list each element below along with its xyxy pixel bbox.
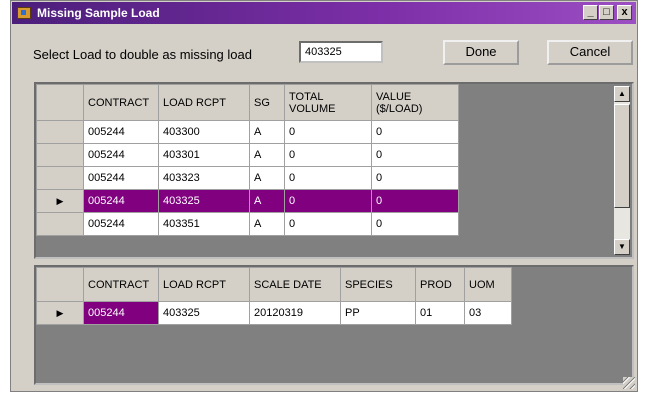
table-row[interactable]: 005244 403301 A 0 0 — [36, 143, 459, 167]
maximize-button[interactable]: □ — [599, 5, 614, 20]
window-title: Missing Sample Load — [37, 6, 160, 20]
minimize-button[interactable]: _ — [583, 5, 598, 20]
cell-total-volume[interactable]: 0 — [284, 212, 372, 236]
cell-load-rcpt[interactable]: 403351 — [158, 212, 250, 236]
cell-species[interactable]: PP — [340, 301, 416, 325]
current-row-icon: ▶ — [56, 196, 64, 206]
loads-grid-scrollbar[interactable]: ▲ ▼ — [614, 86, 630, 255]
cell-sg[interactable]: A — [249, 120, 285, 144]
current-row-icon: ▶ — [56, 308, 64, 318]
header-species[interactable]: SPECIES — [340, 267, 416, 302]
table-row[interactable]: 005244 403351 A 0 0 — [36, 212, 459, 236]
header-prod[interactable]: PROD — [415, 267, 465, 302]
cell-contract[interactable]: 005244 — [83, 120, 159, 144]
header-total-volume[interactable]: TOTAL VOLUME — [284, 84, 372, 121]
header-load-rcpt[interactable]: LOAD RCPT — [158, 84, 250, 121]
cell-value[interactable]: 0 — [371, 189, 459, 213]
cell-sg[interactable]: A — [249, 212, 285, 236]
cell-contract[interactable]: 005244 — [83, 189, 159, 213]
load-input[interactable] — [299, 41, 383, 63]
cell-total-volume[interactable]: 0 — [284, 120, 372, 144]
cell-total-volume[interactable]: 0 — [284, 166, 372, 190]
cell-contract[interactable]: 005244 — [83, 143, 159, 167]
scroll-up-icon: ▲ — [618, 89, 626, 98]
table-row[interactable]: 005244 403300 A 0 0 — [36, 120, 459, 144]
table-row[interactable]: ▶ 005244 403325 A 0 0 — [36, 189, 459, 213]
table-row[interactable]: ▶ 005244 403325 20120319 PP 01 03 — [36, 301, 512, 325]
title-bar[interactable]: Missing Sample Load _ □ x — [12, 2, 636, 24]
header-contract[interactable]: CONTRACT — [83, 267, 159, 302]
done-button[interactable]: Done — [443, 40, 519, 65]
row-selector[interactable] — [36, 212, 84, 236]
cell-value[interactable]: 0 — [371, 120, 459, 144]
cell-load-rcpt[interactable]: 403325 — [158, 301, 250, 325]
cell-total-volume[interactable]: 0 — [284, 143, 372, 167]
cell-total-volume[interactable]: 0 — [284, 189, 372, 213]
row-selector[interactable]: ▶ — [36, 301, 84, 325]
cell-load-rcpt[interactable]: 403301 — [158, 143, 250, 167]
cell-sg[interactable]: A — [249, 143, 285, 167]
scroll-thumb[interactable] — [614, 104, 630, 208]
resize-grip[interactable] — [623, 377, 635, 389]
select-load-label: Select Load to double as missing load — [33, 47, 252, 62]
load-detail-table-body: ▶ 005244 403325 20120319 PP 01 03 — [36, 301, 512, 325]
load-detail-table: CONTRACT LOAD RCPT SCALE DATE SPECIES PR… — [36, 267, 512, 325]
cell-uom[interactable]: 03 — [464, 301, 512, 325]
cell-load-rcpt[interactable]: 403323 — [158, 166, 250, 190]
cell-sg[interactable]: A — [249, 189, 285, 213]
cell-prod[interactable]: 01 — [415, 301, 465, 325]
cell-scale-date[interactable]: 20120319 — [249, 301, 341, 325]
cell-load-rcpt[interactable]: 403300 — [158, 120, 250, 144]
cancel-button[interactable]: Cancel — [547, 40, 633, 65]
cell-load-rcpt[interactable]: 403325 — [158, 189, 250, 213]
header-value[interactable]: VALUE ($/LOAD) — [371, 84, 459, 121]
header-sg[interactable]: SG — [249, 84, 285, 121]
loads-grid[interactable]: CONTRACT LOAD RCPT SG TOTAL VOLUME VALUE… — [34, 82, 634, 259]
app-icon — [17, 7, 31, 19]
header-scale-date[interactable]: SCALE DATE — [249, 267, 341, 302]
row-selector[interactable] — [36, 166, 84, 190]
dialog-window: Missing Sample Load _ □ x Select Load to… — [10, 0, 638, 392]
load-detail-grid[interactable]: CONTRACT LOAD RCPT SCALE DATE SPECIES PR… — [34, 265, 634, 385]
header-load-rcpt[interactable]: LOAD RCPT — [158, 267, 250, 302]
cell-contract[interactable]: 005244 — [83, 301, 159, 325]
row-selector[interactable] — [36, 120, 84, 144]
header-uom[interactable]: UOM — [464, 267, 512, 302]
row-selector-header — [36, 84, 84, 121]
loads-table: CONTRACT LOAD RCPT SG TOTAL VOLUME VALUE… — [36, 84, 459, 236]
close-button[interactable]: x — [617, 5, 632, 20]
cell-sg[interactable]: A — [249, 166, 285, 190]
row-selector-header — [36, 267, 84, 302]
cell-value[interactable]: 0 — [371, 166, 459, 190]
loads-table-body: 005244 403300 A 0 0 005244 403301 A 0 0 005244 4033… — [36, 120, 459, 236]
cell-value[interactable]: 0 — [371, 212, 459, 236]
scroll-down-icon: ▼ — [618, 242, 626, 251]
cell-contract[interactable]: 005244 — [83, 212, 159, 236]
scroll-up-button[interactable]: ▲ — [614, 86, 630, 102]
row-selector[interactable]: ▶ — [36, 189, 84, 213]
scroll-down-button[interactable]: ▼ — [614, 239, 630, 255]
cell-value[interactable]: 0 — [371, 143, 459, 167]
row-selector[interactable] — [36, 143, 84, 167]
cell-contract[interactable]: 005244 — [83, 166, 159, 190]
header-contract[interactable]: CONTRACT — [83, 84, 159, 121]
table-row[interactable]: 005244 403323 A 0 0 — [36, 166, 459, 190]
